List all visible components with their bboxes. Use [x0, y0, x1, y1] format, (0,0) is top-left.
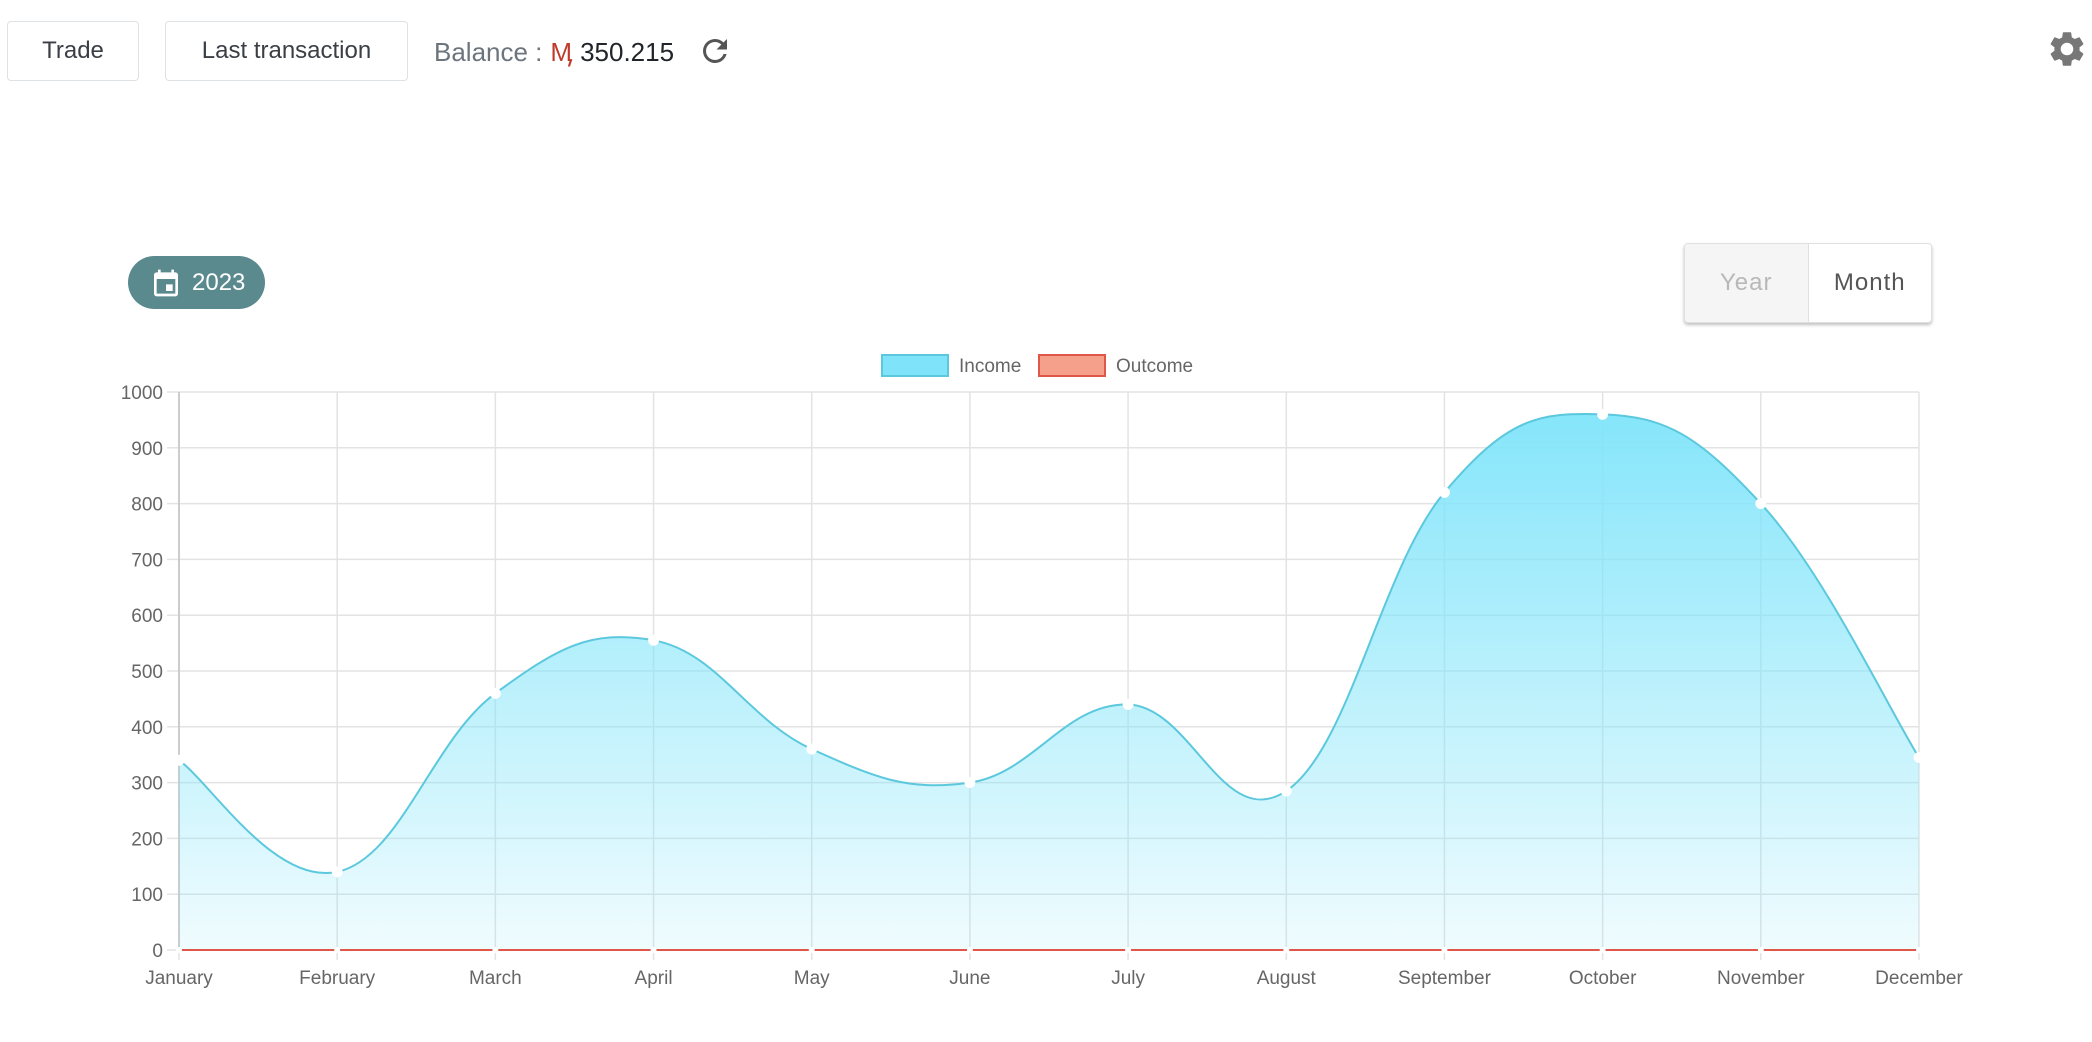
- y-axis: 0 100 200 300 400 500 600 700 800 900 1000: [121, 383, 180, 962]
- outcome-point: [1916, 947, 1922, 953]
- y-tick-label: 1000: [121, 383, 163, 404]
- refresh-icon[interactable]: [697, 33, 733, 69]
- outcome-point: [1757, 947, 1764, 953]
- income-point: [806, 743, 818, 755]
- outcome-point: [808, 947, 815, 953]
- chart-series: [173, 408, 1925, 953]
- outcome-point: [1441, 947, 1448, 953]
- income-area: [179, 413, 1919, 951]
- month-toggle-button[interactable]: Month: [1808, 244, 1931, 322]
- x-tick-label: June: [949, 968, 990, 989]
- balance-display: Balance : Ӎ 350.215: [434, 30, 674, 74]
- y-tick-label: 900: [131, 439, 163, 460]
- income-point: [173, 754, 185, 766]
- x-tick-label: March: [469, 968, 522, 989]
- outcome-point: [492, 947, 499, 953]
- income-point: [1913, 751, 1925, 763]
- y-tick-label: 0: [152, 941, 163, 962]
- y-tick-label: 700: [131, 550, 163, 571]
- balance-value: 350.215: [580, 36, 675, 67]
- x-axis: January February March April May June July Augu…: [145, 968, 1963, 989]
- y-tick-label: 300: [131, 774, 163, 795]
- x-tick-label: October: [1569, 968, 1637, 989]
- outcome-point: [334, 947, 341, 953]
- x-tick-label: September: [1398, 968, 1492, 989]
- balance-label: Balance :: [434, 36, 543, 67]
- trade-button[interactable]: Trade: [7, 21, 139, 81]
- legend-outcome-label: Outcome: [1116, 356, 1193, 377]
- top-toolbar: Trade Last transaction Balance : Ӎ 350.2…: [0, 0, 2092, 110]
- y-tick-label: 400: [131, 718, 163, 739]
- year-label: 2023: [192, 268, 246, 296]
- y-tick-label: 600: [131, 606, 163, 627]
- calendar-icon: [154, 269, 178, 296]
- income-point: [648, 634, 660, 646]
- year-toggle-button[interactable]: Year: [1685, 244, 1809, 322]
- outcome-point: [650, 947, 657, 953]
- income-point: [489, 687, 501, 699]
- x-tick-label: February: [299, 968, 376, 989]
- y-tick-label: 200: [131, 829, 163, 850]
- income-outcome-chart: 0 100 200 300 400 500 600 700 800 900 1000 January…: [121, 354, 1963, 989]
- income-point: [964, 777, 976, 789]
- x-tick-label: August: [1257, 968, 1317, 989]
- income-point: [1122, 698, 1134, 710]
- chart-legend: Income Outcome: [881, 354, 1193, 377]
- balance-currency-symbol: Ӎ: [550, 36, 573, 67]
- income-point: [1755, 498, 1767, 510]
- legend-income-label: Income: [959, 356, 1021, 377]
- x-tick-label: November: [1717, 968, 1805, 989]
- y-tick-label: 100: [131, 885, 163, 906]
- x-tick-label: January: [145, 968, 213, 989]
- x-tick-label: December: [1875, 968, 1963, 989]
- income-point: [1280, 785, 1292, 797]
- income-point: [1597, 408, 1609, 420]
- legend-outcome-swatch: [1038, 354, 1106, 377]
- x-tick-label: April: [635, 968, 673, 989]
- outcome-point: [966, 947, 973, 953]
- x-tick-label: May: [794, 968, 830, 989]
- legend-income-swatch: [881, 354, 949, 377]
- outcome-point: [176, 947, 182, 953]
- period-toggle: Year Month: [1684, 243, 1932, 323]
- last-transaction-button[interactable]: Last transaction: [165, 21, 408, 81]
- income-point: [1438, 486, 1450, 498]
- year-picker-badge[interactable]: 2023: [128, 256, 265, 309]
- outcome-point: [1125, 947, 1132, 953]
- y-tick-label: 500: [131, 662, 163, 683]
- outcome-point: [1599, 947, 1606, 953]
- income-point: [331, 866, 343, 878]
- y-tick-label: 800: [131, 495, 163, 516]
- outcome-point: [1283, 947, 1290, 953]
- x-tick-label: July: [1111, 968, 1145, 989]
- gear-icon[interactable]: [2046, 28, 2088, 70]
